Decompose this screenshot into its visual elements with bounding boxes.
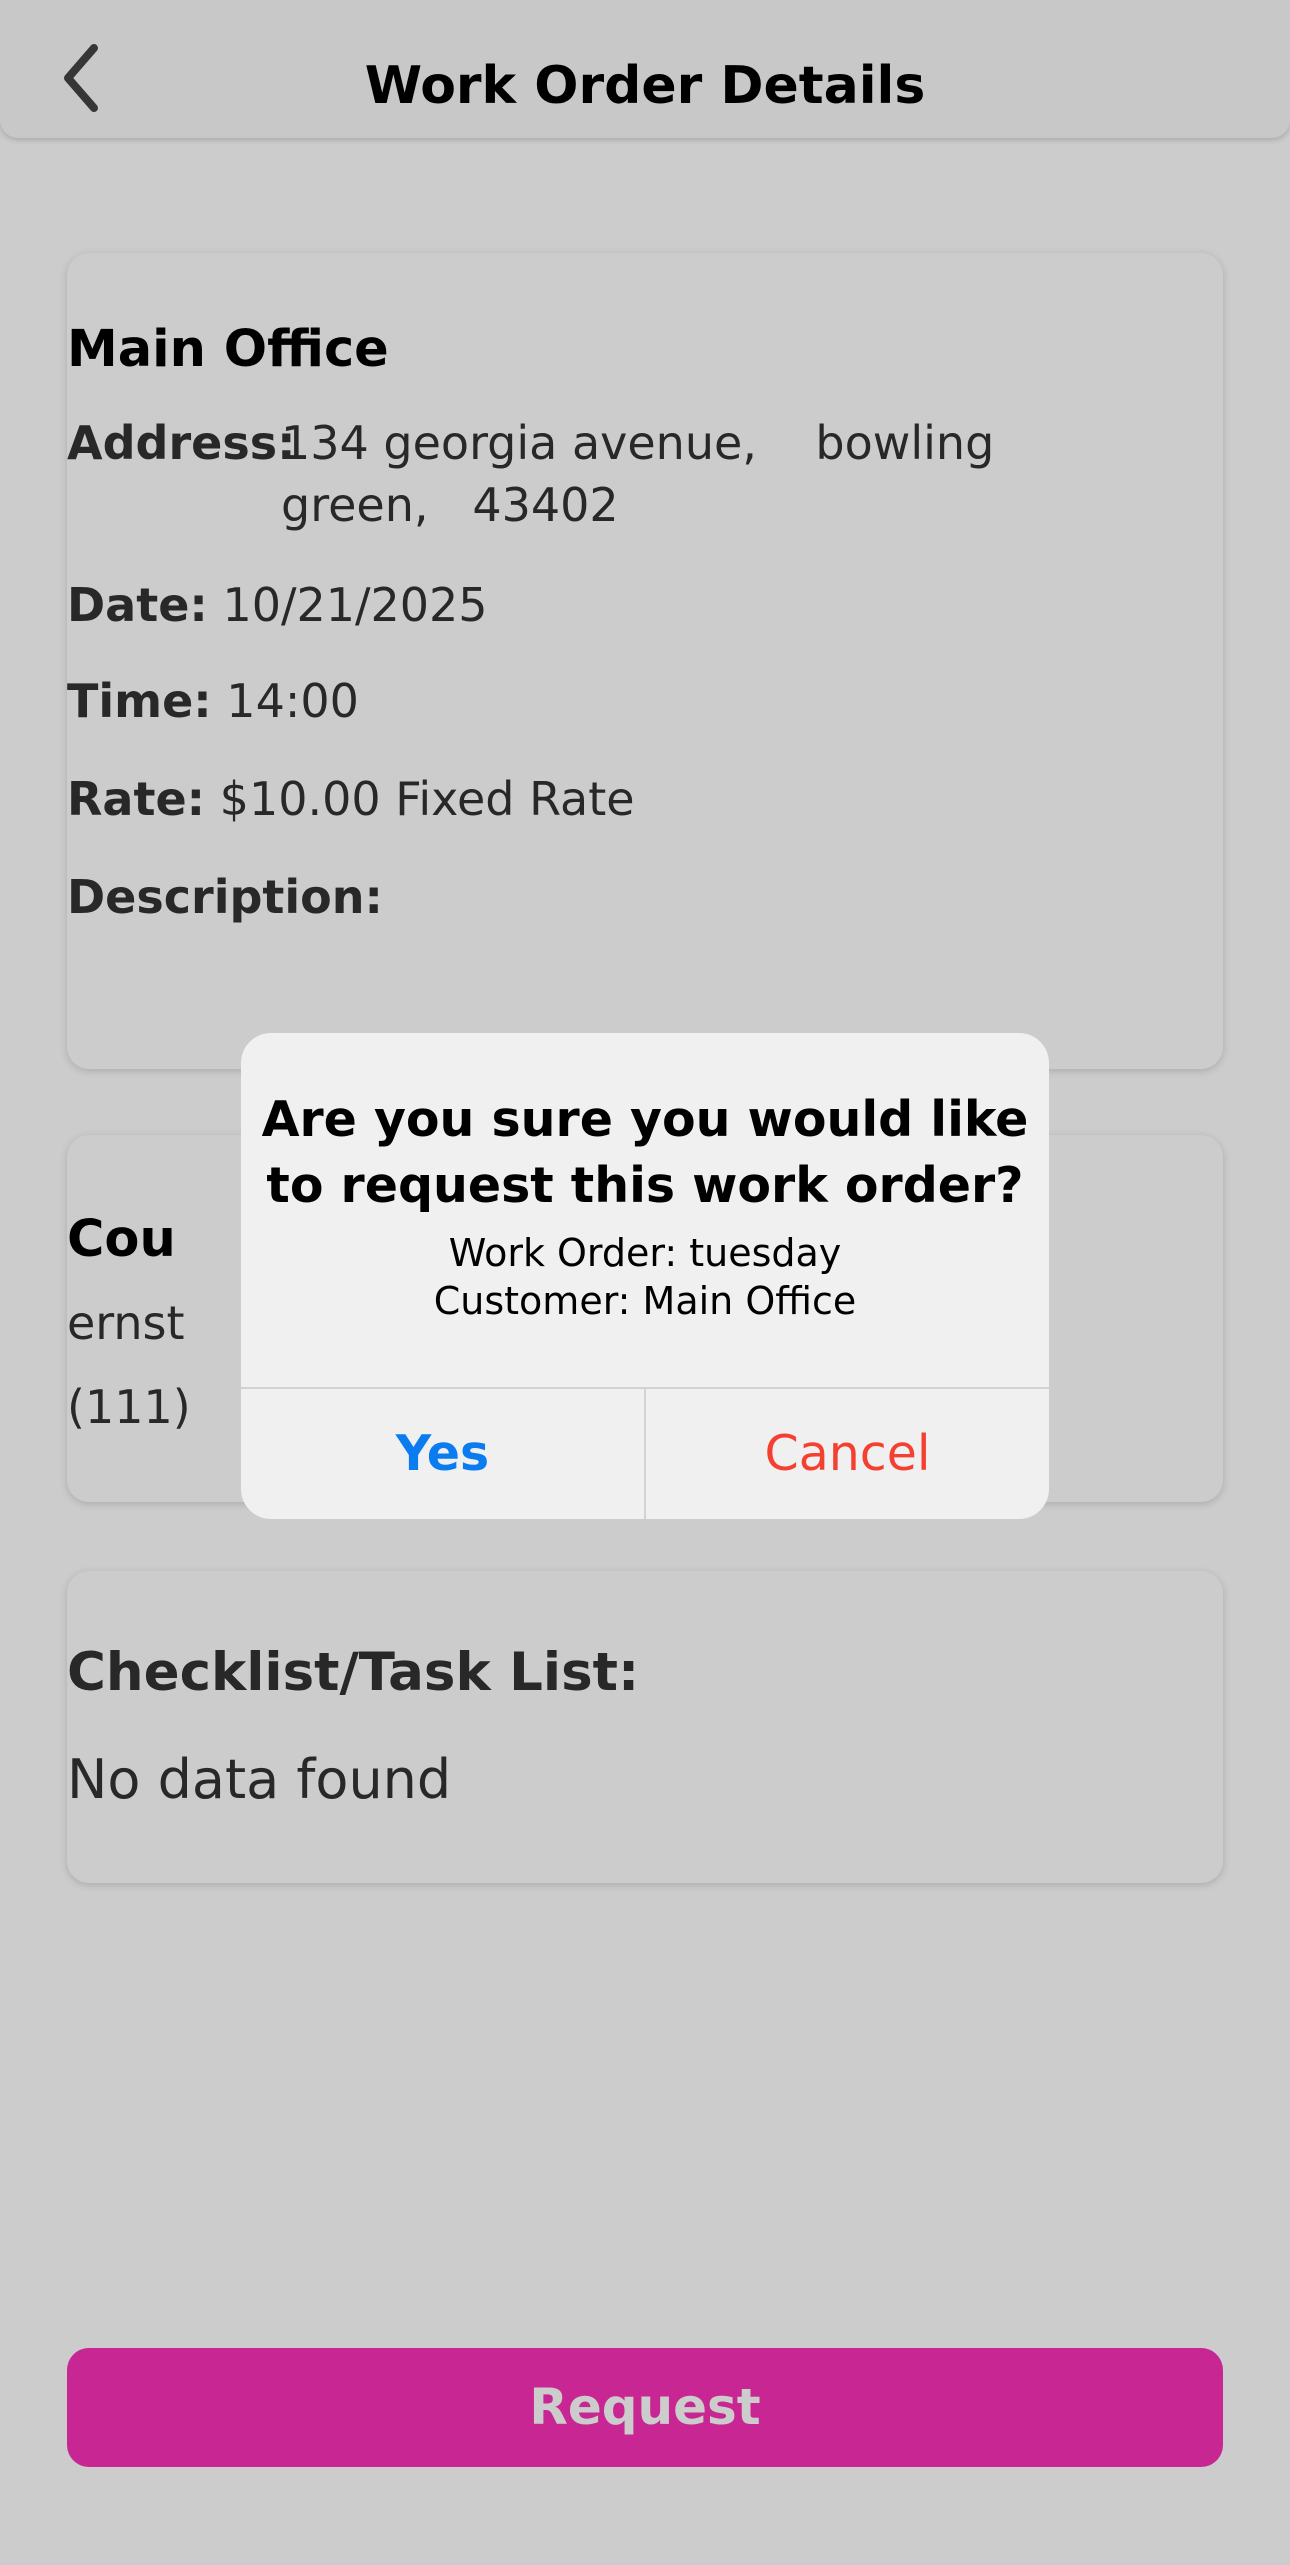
dialog-message: Work Order: tuesday Customer: Main Offic… [241, 1229, 1049, 1325]
yes-button[interactable]: Yes [241, 1389, 644, 1519]
dialog-work-order-line: Work Order: tuesday [448, 1231, 842, 1275]
cancel-button[interactable]: Cancel [646, 1389, 1049, 1519]
dialog-customer-line: Customer: Main Office [433, 1279, 857, 1323]
confirmation-dialog: Are you sure you would like to request t… [241, 1033, 1049, 1519]
dialog-title: Are you sure you would like to request t… [261, 1091, 1029, 1214]
